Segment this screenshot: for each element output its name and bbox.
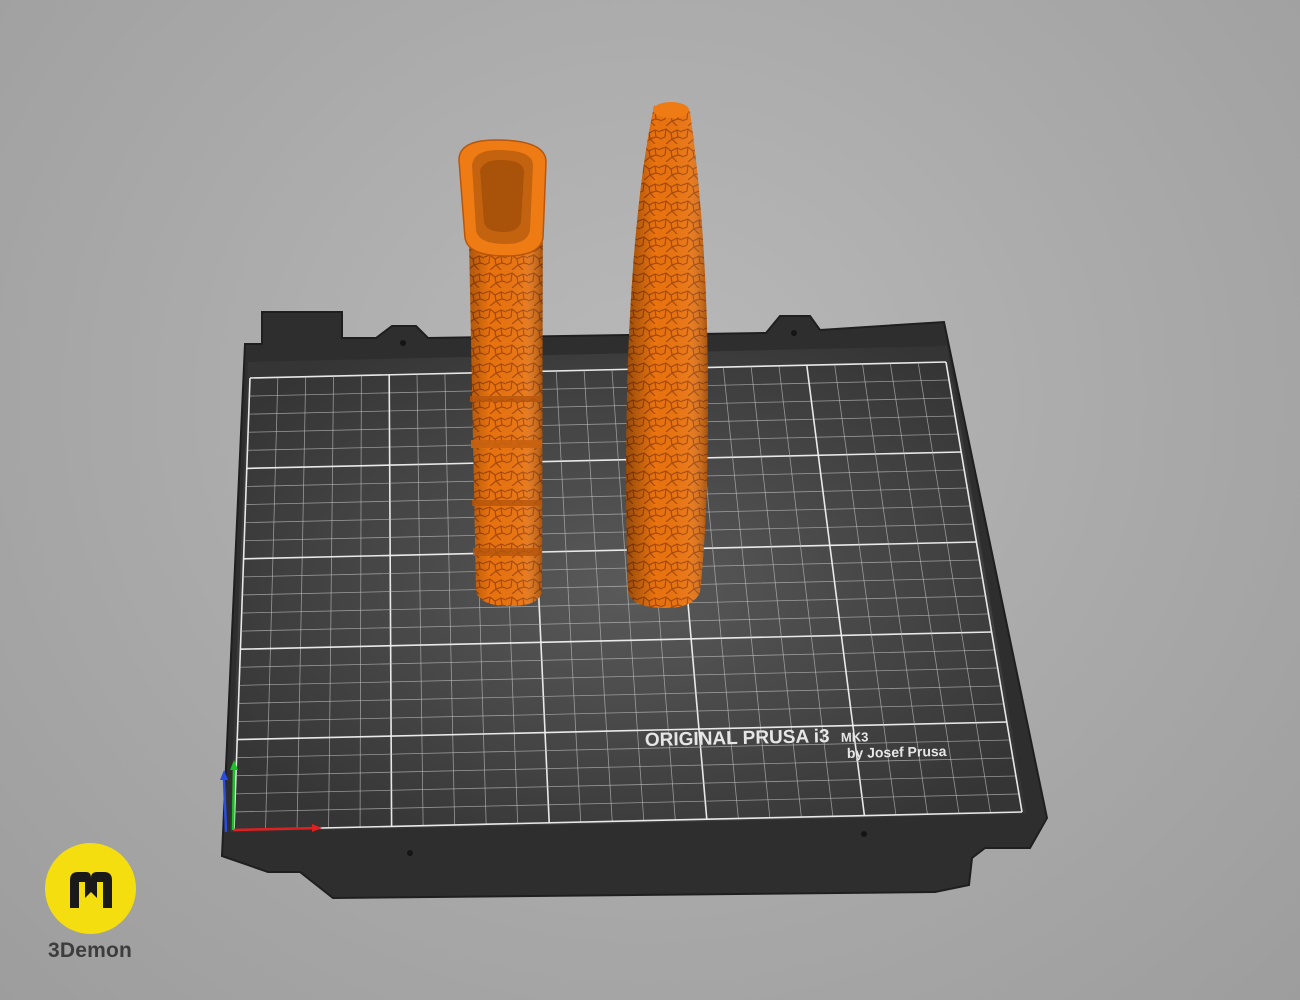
tapered-blade-part[interactable] [626, 102, 708, 608]
3d-viewport[interactable]: ORIGINAL PRUSA i3 MK3 by Josef Prusa 3De… [0, 0, 1300, 1000]
blade-tip [653, 102, 689, 118]
handle-band [470, 396, 542, 402]
handle-band [473, 548, 542, 556]
logo-badge [45, 843, 136, 934]
handle-band [471, 440, 542, 448]
mount-hole [407, 850, 413, 856]
logo-label: 3Demon [47, 939, 133, 962]
axis-y-line [231, 767, 236, 831]
mount-hole [861, 831, 867, 837]
bed-brand-line2: by Josef Prusa [847, 743, 947, 761]
watermark-logo: 3Demon [40, 843, 140, 968]
mount-hole [400, 340, 406, 346]
3demon-m-icon [70, 872, 112, 908]
scene-canvas[interactable]: ORIGINAL PRUSA i3 MK3 by Josef Prusa [0, 0, 1300, 1000]
mount-hole [791, 330, 797, 336]
handle-band [472, 500, 542, 506]
bed-brand-model: MK3 [841, 729, 869, 745]
